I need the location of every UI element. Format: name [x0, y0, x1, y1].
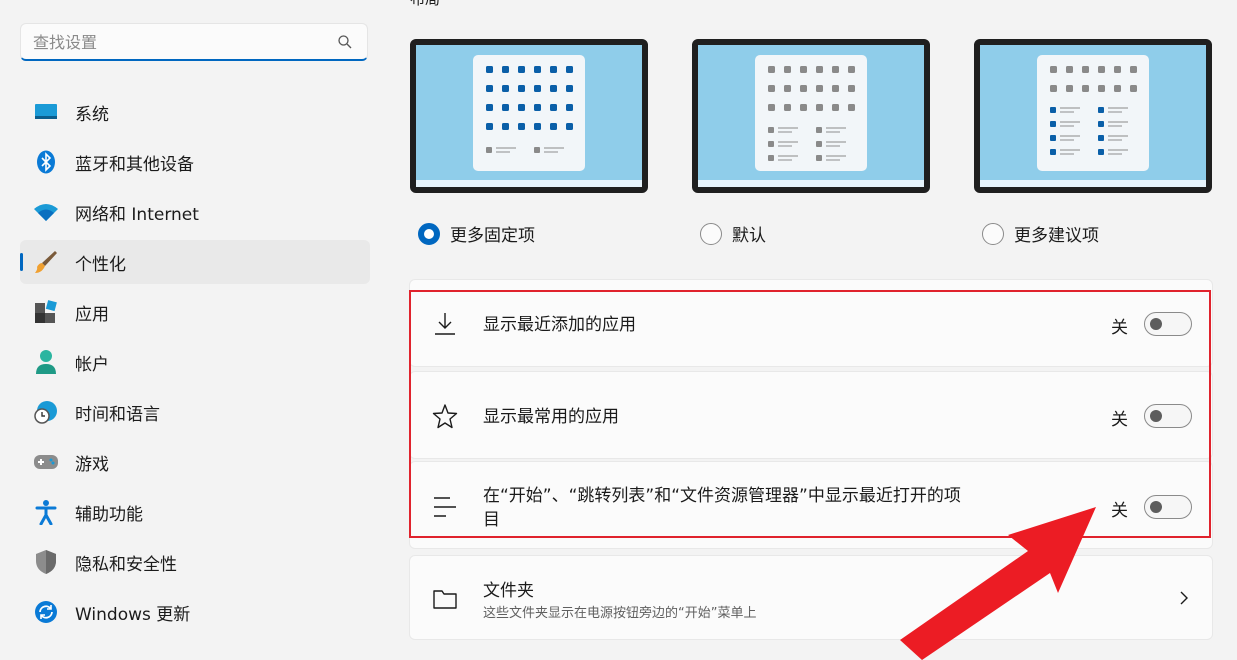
sidebar-item-label: Windows 更新 — [75, 604, 191, 625]
toggle-switch[interactable] — [1144, 404, 1192, 428]
setting-label: 显示最常用的应用 — [483, 407, 619, 427]
sidebar-item-time-language[interactable]: 时间和语言 — [20, 390, 370, 434]
layout-option-default[interactable]: 默认 — [700, 221, 766, 246]
sidebar-item-label: 游戏 — [75, 454, 109, 475]
search-box[interactable] — [20, 23, 368, 61]
taskbar-preview — [980, 180, 1206, 187]
chevron-right-icon[interactable] — [1178, 590, 1190, 606]
radio-label: 更多固定项 — [450, 226, 535, 246]
list-icon — [434, 497, 456, 517]
toggle-state-label: 关 — [1111, 410, 1128, 430]
wifi-icon — [33, 199, 59, 225]
toggle-switch[interactable] — [1144, 495, 1192, 519]
setting-row-recently-added[interactable]: 显示最近添加的应用 关 — [409, 279, 1213, 367]
layout-option-more-pins[interactable]: 更多固定项 — [418, 221, 535, 246]
sidebar-item-label: 隐私和安全性 — [75, 554, 177, 575]
folder-icon — [433, 590, 457, 609]
setting-row-folders[interactable]: 文件夹 这些文件夹显示在电源按钮旁边的“开始”菜单上 — [409, 555, 1213, 640]
setting-row-most-used[interactable]: 显示最常用的应用 关 — [409, 371, 1213, 459]
sidebar-item-network[interactable]: 网络和 Internet — [20, 190, 370, 234]
apps-icon — [33, 299, 59, 325]
layout-preview-default[interactable] — [692, 39, 930, 193]
radio-button[interactable] — [700, 222, 722, 245]
sidebar-item-label: 辅助功能 — [75, 504, 143, 525]
sidebar-item-personalization[interactable]: 个性化 — [20, 240, 370, 284]
radio-button[interactable] — [982, 222, 1004, 245]
shield-icon — [33, 549, 59, 575]
sidebar-item-label: 时间和语言 — [75, 404, 160, 425]
layout-option-more-recommendations[interactable]: 更多建议项 — [982, 221, 1099, 246]
setting-label: 显示最近添加的应用 — [483, 315, 636, 335]
sidebar-item-windows-update[interactable]: Windows 更新 — [20, 590, 370, 634]
setting-label: 在“开始”、“跳转列表”和“文件资源管理器”中显示最近打开的项目 — [483, 486, 961, 530]
display-icon — [33, 99, 59, 125]
radio-label: 默认 — [732, 226, 766, 246]
radio-button[interactable] — [418, 222, 440, 245]
accessibility-icon — [33, 499, 59, 525]
taskbar-preview — [698, 180, 924, 187]
paintbrush-icon — [33, 249, 59, 275]
toggle-state-label: 关 — [1111, 318, 1128, 338]
sidebar-item-system[interactable]: 系统 — [20, 90, 370, 134]
gamepad-icon — [33, 449, 59, 475]
search-input[interactable] — [21, 24, 333, 60]
sync-icon — [33, 599, 59, 625]
sidebar-item-gaming[interactable]: 游戏 — [20, 440, 370, 484]
setting-description: 这些文件夹显示在电源按钮旁边的“开始”菜单上 — [483, 606, 757, 621]
start-menu-preview — [473, 55, 585, 171]
sidebar-item-privacy[interactable]: 隐私和安全性 — [20, 540, 370, 584]
sidebar-item-apps[interactable]: 应用 — [20, 290, 370, 334]
toggle-state-label: 关 — [1111, 501, 1128, 521]
sidebar-item-bluetooth[interactable]: 蓝牙和其他设备 — [20, 140, 370, 184]
setting-row-recent-items[interactable]: 在“开始”、“跳转列表”和“文件资源管理器”中显示最近打开的项目 关 — [409, 461, 1213, 549]
sidebar-nav: 系统 蓝牙和其他设备 网络和 Internet 个性化 应用 帐户 时间和语言 … — [20, 90, 370, 640]
person-icon — [33, 349, 59, 375]
layout-preview-more-recommendations[interactable] — [974, 39, 1212, 193]
download-icon — [435, 313, 455, 335]
sidebar-item-label: 系统 — [75, 104, 109, 125]
start-menu-preview — [755, 55, 867, 171]
sidebar-item-label: 个性化 — [75, 254, 126, 275]
bluetooth-icon — [33, 149, 59, 175]
sidebar-item-accounts[interactable]: 帐户 — [20, 340, 370, 384]
star-icon — [432, 404, 458, 429]
globe-clock-icon — [33, 399, 59, 425]
search-icon[interactable] — [337, 34, 353, 50]
sidebar-item-label: 帐户 — [75, 354, 109, 375]
sidebar-item-label: 蓝牙和其他设备 — [75, 154, 194, 175]
sidebar-item-label: 应用 — [75, 304, 109, 325]
layout-heading: 布局 — [410, 0, 440, 9]
sidebar-item-accessibility[interactable]: 辅助功能 — [20, 490, 370, 534]
toggle-switch[interactable] — [1144, 312, 1192, 336]
radio-label: 更多建议项 — [1014, 226, 1099, 246]
taskbar-preview — [416, 180, 642, 187]
start-menu-preview — [1037, 55, 1149, 171]
sidebar-item-label: 网络和 Internet — [75, 204, 199, 225]
setting-label: 文件夹 — [483, 581, 534, 601]
layout-preview-more-pins[interactable] — [410, 39, 648, 193]
